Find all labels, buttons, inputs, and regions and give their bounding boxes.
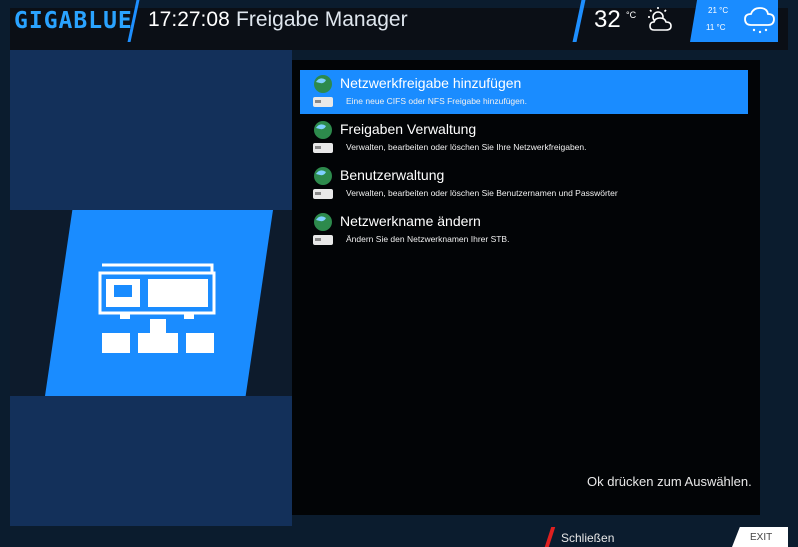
brand-logo: GIGABLUE bbox=[14, 8, 133, 34]
forecast-high: 21 °C bbox=[708, 6, 729, 15]
menu-item-description: Eine neue CIFS oder NFS Freigabe hinzufü… bbox=[346, 96, 527, 106]
menu-item-description: Verwalten, bearbeiten oder löschen Sie I… bbox=[346, 142, 587, 152]
menu-item-add-share[interactable]: Netzwerkfreigabe hinzufügen Eine neue CI… bbox=[300, 70, 748, 114]
menu-item-change-network-name[interactable]: Netzwerkname ändern Ändern Sie den Netzw… bbox=[300, 208, 748, 252]
select-hint: Ok drücken zum Auswählen. bbox=[587, 474, 752, 489]
clock: 17:27:08 bbox=[148, 8, 230, 31]
footer-bar bbox=[10, 527, 788, 547]
forecast-low: 11 °C bbox=[706, 23, 726, 32]
network-drive-icon bbox=[313, 121, 333, 153]
partly-cloudy-icon bbox=[648, 7, 672, 31]
left-band-bottom bbox=[10, 396, 292, 526]
rain-cloud-icon bbox=[744, 7, 775, 34]
page-title: Freigabe Manager bbox=[236, 8, 408, 31]
close-button[interactable]: Schließen bbox=[561, 531, 614, 545]
left-band-top bbox=[10, 50, 292, 210]
menu-item-manage-shares[interactable]: Freigaben Verwaltung Verwalten, bearbeit… bbox=[300, 116, 748, 160]
current-temperature: 32 bbox=[594, 6, 621, 33]
menu-item-title: Freigaben Verwaltung bbox=[340, 121, 477, 137]
menu-item-title: Benutzerwaltung bbox=[340, 167, 445, 183]
menu-item-description: Ändern Sie den Netzwerknamen Ihrer STB. bbox=[346, 234, 510, 244]
network-drive-icon bbox=[313, 167, 333, 199]
menu-item-user-management[interactable]: Benutzerwaltung Verwalten, bearbeiten od… bbox=[300, 162, 748, 206]
exit-label: EXIT bbox=[750, 532, 773, 543]
menu-item-description: Verwalten, bearbeiten oder löschen Sie B… bbox=[346, 188, 618, 198]
network-drive-icon bbox=[313, 213, 333, 245]
temperature-unit: °C bbox=[626, 10, 637, 20]
menu-item-title: Netzwerkname ändern bbox=[340, 213, 481, 229]
screen: GIGABLUE 17:27:08 Freigabe Manager 32 °C… bbox=[0, 0, 798, 547]
network-drive-icon bbox=[313, 75, 333, 107]
network-device-icon bbox=[98, 263, 216, 353]
menu-item-title: Netzwerkfreigabe hinzufügen bbox=[340, 75, 522, 91]
